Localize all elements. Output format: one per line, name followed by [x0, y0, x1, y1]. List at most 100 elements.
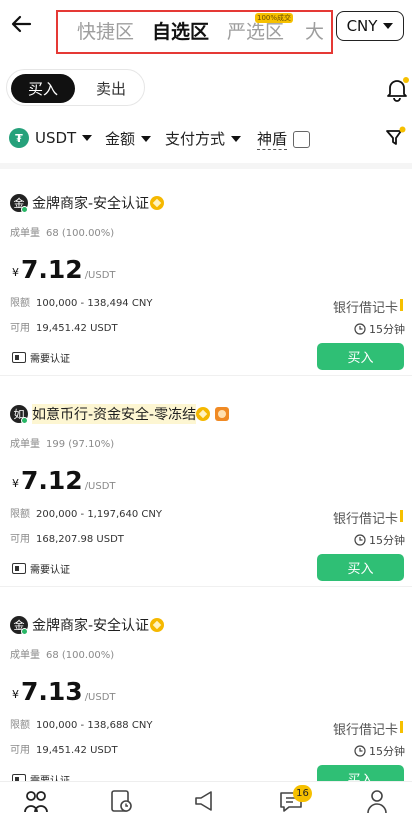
- limit-range: 限额 100,000 - 138,688 CNY: [10, 716, 152, 731]
- usdt-icon: ₮: [9, 128, 29, 148]
- back-arrow-icon[interactable]: [8, 10, 36, 38]
- coin-filter-label: USDT: [35, 129, 77, 147]
- verification-label: 需要认证: [30, 354, 70, 365]
- tab-quick[interactable]: 快捷区: [77, 17, 134, 44]
- orders-icon[interactable]: [107, 788, 135, 814]
- merchant-name[interactable]: 金牌商家-安全认证: [32, 615, 149, 635]
- orders-value: 68 (100.00%): [46, 228, 115, 239]
- amount-filter[interactable]: 金额: [105, 128, 152, 149]
- clock-icon: [354, 534, 366, 546]
- payment-time-limit: 15分钟: [354, 743, 405, 759]
- currency-label: CNY: [346, 17, 378, 35]
- shield-filter-label: 神盾: [257, 130, 288, 150]
- price-value: 7.12: [21, 255, 83, 284]
- available-label: 可用: [10, 534, 30, 545]
- verification-required: 需要认证: [12, 350, 70, 365]
- payment-method: 银行借记卡: [333, 512, 399, 527]
- chevron-down-icon: [231, 135, 242, 142]
- profile-icon[interactable]: [363, 788, 391, 814]
- limit-label: 限额: [10, 720, 30, 731]
- ad-card: 金 金牌商家-安全认证 成单量 68 (100.00%) ¥7.12/USDT 限…: [0, 169, 412, 376]
- clock-icon: [354, 323, 366, 335]
- payment-method-bar: [400, 721, 403, 733]
- ad-card: 金 金牌商家-安全认证 成单量 68 (100.00%) ¥7.13/USDT 限…: [0, 591, 412, 798]
- chevron-down-icon: [82, 135, 93, 141]
- p2p-icon[interactable]: [22, 788, 50, 814]
- chevron-down-icon: [383, 23, 394, 29]
- chat-unread-badge: 16: [293, 785, 312, 802]
- card-separator: [0, 375, 412, 376]
- tab-strict-badge: 100%成交: [255, 13, 294, 23]
- buy-toggle-button[interactable]: 买入: [11, 74, 75, 103]
- currency-selector[interactable]: CNY: [336, 11, 404, 41]
- available-value: 168,207.98 USDT: [36, 534, 124, 545]
- payment-method: 银行借记卡: [333, 301, 399, 316]
- price-unit: /USDT: [84, 692, 116, 703]
- price-unit: /USDT: [84, 481, 116, 492]
- currency-symbol: ¥: [12, 688, 19, 701]
- verification-required: 需要认证: [12, 561, 70, 576]
- payment-method: 银行借记卡: [333, 723, 399, 738]
- amount-filter-label: 金额: [105, 130, 136, 148]
- limit-label: 限额: [10, 509, 30, 520]
- top-header: 快捷区 自选区 严选区 100%成交 大 CNY: [0, 0, 412, 56]
- payment-filter[interactable]: 支付方式: [165, 128, 242, 149]
- limit-value: 100,000 - 138,688 CNY: [36, 720, 153, 731]
- verified-merchant-icon: [150, 196, 164, 210]
- limit-value: 100,000 - 138,494 CNY: [36, 298, 153, 309]
- tab-large[interactable]: 大: [305, 17, 324, 44]
- limit-range: 限额 100,000 - 138,494 CNY: [10, 294, 152, 309]
- payment-filter-label: 支付方式: [165, 130, 226, 148]
- ad-price: ¥7.13/USDT: [12, 677, 116, 706]
- tab-selected[interactable]: 自选区: [152, 17, 209, 44]
- time-value: 15分钟: [369, 534, 405, 547]
- clock-icon: [354, 745, 366, 757]
- verified-merchant-icon: [150, 618, 164, 632]
- time-value: 15分钟: [369, 745, 405, 758]
- id-card-icon: [12, 352, 26, 363]
- payment-time-limit: 15分钟: [354, 321, 405, 337]
- price-unit: /USDT: [84, 270, 116, 281]
- ad-card: 如 如意币行-资金安全-零冻结 成单量 199 (97.10%) ¥7.12/US…: [0, 380, 412, 587]
- bottom-navigation: 16: [0, 781, 412, 814]
- announcement-icon[interactable]: [191, 788, 219, 814]
- shield-merchant-icon: [215, 407, 229, 421]
- online-status-dot: [21, 417, 28, 424]
- shield-filter[interactable]: 神盾: [257, 128, 311, 150]
- chevron-down-icon: [141, 135, 152, 142]
- market-tabs: 快捷区 自选区 严选区 100%成交 大: [56, 10, 333, 54]
- shield-checkbox[interactable]: [293, 130, 311, 148]
- limit-label: 限额: [10, 298, 30, 309]
- filter-funnel-icon[interactable]: [384, 126, 406, 148]
- price-value: 7.13: [21, 677, 83, 706]
- orders-value: 68 (100.00%): [46, 650, 115, 661]
- sell-toggle-button[interactable]: 卖出: [81, 74, 141, 103]
- notification-bell-icon[interactable]: [384, 76, 410, 102]
- online-status-dot: [21, 628, 28, 635]
- currency-symbol: ¥: [12, 477, 19, 490]
- verification-label: 需要认证: [30, 565, 70, 576]
- available-amount: 可用 19,451.42 USDT: [10, 319, 118, 334]
- id-card-icon: [12, 563, 26, 574]
- order-stats: 成单量 68 (100.00%): [10, 646, 114, 661]
- ad-price: ¥7.12/USDT: [12, 466, 116, 495]
- buy-button[interactable]: 买入: [317, 554, 404, 581]
- merchant-name[interactable]: 如意币行-资金安全-零冻结: [32, 404, 197, 424]
- available-amount: 可用 19,451.42 USDT: [10, 741, 118, 756]
- available-value: 19,451.42 USDT: [36, 323, 118, 334]
- order-stats: 成单量 199 (97.10%): [10, 435, 114, 450]
- filter-bar: ₮ USDT 金额 支付方式 神盾: [0, 124, 412, 154]
- available-amount: 可用 168,207.98 USDT: [10, 530, 124, 545]
- time-value: 15分钟: [369, 323, 405, 336]
- online-status-dot: [21, 206, 28, 213]
- orders-value: 199 (97.10%): [46, 439, 115, 450]
- orders-label: 成单量: [10, 228, 40, 239]
- ad-price: ¥7.12/USDT: [12, 255, 116, 284]
- available-label: 可用: [10, 323, 30, 334]
- coin-filter[interactable]: ₮ USDT: [9, 128, 93, 148]
- buy-sell-toggle: 买入 卖出: [6, 69, 145, 106]
- merchant-name[interactable]: 金牌商家-安全认证: [32, 193, 149, 213]
- buy-button[interactable]: 买入: [317, 343, 404, 370]
- payment-method-bar: [400, 299, 403, 311]
- currency-symbol: ¥: [12, 266, 19, 279]
